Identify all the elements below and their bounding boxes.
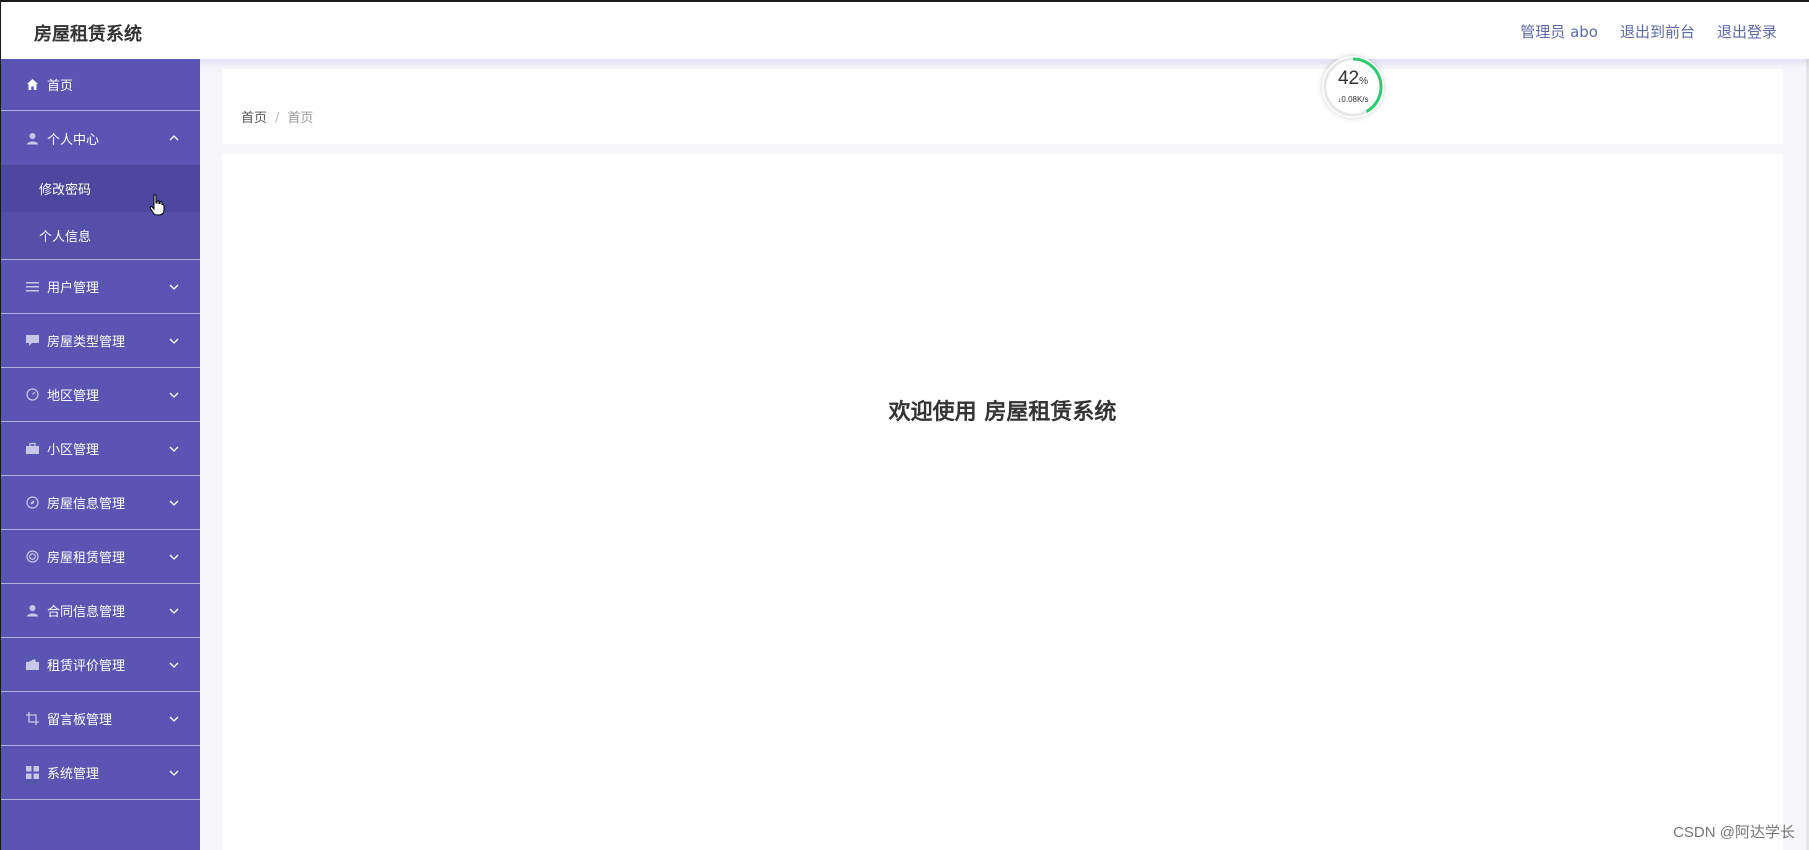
wallet-icon [25, 657, 40, 672]
sidebar-subitem-personal-info[interactable]: 个人信息 [1, 212, 200, 259]
admin-label[interactable]: 管理员 abo [1520, 21, 1598, 42]
network-speed: ↓0.08K/s [1337, 95, 1369, 104]
hand-cursor-icon [149, 194, 165, 216]
breadcrumb: 首页 / 首页 [241, 107, 313, 126]
sidebar-item-label: 用户管理 [47, 281, 100, 296]
chevron-down-icon [169, 662, 179, 668]
compass-icon [25, 495, 40, 510]
sidebar-item-message-board-management[interactable]: 留言板管理 [1, 692, 200, 746]
chevron-down-icon [169, 284, 179, 290]
sidebar-item-home[interactable]: 首页 [1, 59, 200, 111]
chevron-down-icon [169, 770, 179, 776]
chevron-down-icon [169, 608, 179, 614]
network-percent: 42% [1337, 68, 1369, 89]
personal-center-submenu: 修改密码 个人信息 [1, 165, 200, 260]
sidebar-item-system-management[interactable]: 系统管理 [1, 746, 200, 800]
sidebar-item-label: 租赁评价管理 [47, 659, 126, 674]
grid-icon [25, 765, 40, 780]
sidebar-item-house-type-management[interactable]: 房屋类型管理 [1, 314, 200, 368]
sidebar-item-label: 房屋信息管理 [47, 497, 126, 512]
sidebar-item-rental-review-management[interactable]: 租赁评价管理 [1, 638, 200, 692]
network-speed-widget[interactable]: 42% ↓0.08K/s [1322, 56, 1384, 118]
sidebar-item-label: 小区管理 [47, 443, 100, 458]
home-icon [25, 77, 40, 92]
breadcrumb-separator: / [275, 111, 280, 126]
sidebar-subitem-label: 个人信息 [39, 230, 92, 245]
top-bar: 房屋租赁系统 管理员 abo 退出到前台 退出登录 [0, 0, 1809, 59]
sidebar-item-community-management[interactable]: 小区管理 [1, 422, 200, 476]
gauge-icon [25, 387, 40, 402]
sidebar-subitem-label: 修改密码 [39, 183, 92, 198]
sidebar-item-house-info-management[interactable]: 房屋信息管理 [1, 476, 200, 530]
sidebar-item-house-rental-management[interactable]: 房屋租赁管理 [1, 530, 200, 584]
sidebar: 首页 个人中心 修改密码 个人信息 用户管理 房屋类型管理 地区管理 小区管理 … [0, 59, 200, 850]
briefcase-icon [25, 441, 40, 456]
chevron-down-icon [169, 446, 179, 452]
logout-link[interactable]: 退出登录 [1717, 21, 1777, 42]
sidebar-item-label: 房屋类型管理 [47, 335, 126, 350]
breadcrumb-root[interactable]: 首页 [241, 111, 267, 126]
chevron-down-icon [169, 716, 179, 722]
chevron-down-icon [169, 500, 179, 506]
sidebar-item-label: 地区管理 [47, 389, 100, 404]
breadcrumb-bar: 首页 / 首页 [222, 69, 1783, 144]
sidebar-item-label: 系统管理 [47, 767, 100, 782]
breadcrumb-current: 首页 [287, 111, 314, 126]
sidebar-item-label: 留言板管理 [47, 713, 113, 728]
watermark: CSDN @阿达学长 [1673, 824, 1795, 841]
list-icon [25, 279, 40, 294]
sidebar-item-region-management[interactable]: 地区管理 [1, 368, 200, 422]
main-panel: 欢迎使用 房屋租赁系统 [222, 154, 1783, 850]
sidebar-item-contract-management[interactable]: 合同信息管理 [1, 584, 200, 638]
sidebar-item-label: 个人中心 [47, 132, 100, 148]
user-icon [25, 131, 40, 146]
sidebar-item-label: 合同信息管理 [47, 605, 126, 620]
chevron-down-icon [169, 338, 179, 344]
chevron-up-icon [169, 135, 179, 141]
app-title: 房屋租赁系统 [34, 24, 142, 45]
exit-to-frontend-link[interactable]: 退出到前台 [1620, 21, 1695, 42]
sidebar-subitem-change-password[interactable]: 修改密码 [1, 165, 200, 212]
target-icon [25, 549, 40, 564]
content-area: 首页 / 首页 欢迎使用 房屋租赁系统 [200, 59, 1809, 850]
top-right-links: 管理员 abo 退出到前台 退出登录 [1520, 21, 1777, 42]
sidebar-item-personal-center[interactable]: 个人中心 [1, 111, 200, 165]
chevron-down-icon [169, 392, 179, 398]
chevron-down-icon [169, 554, 179, 560]
user-icon [25, 603, 40, 618]
chat-icon [25, 333, 40, 348]
sidebar-item-label: 首页 [47, 79, 74, 94]
welcome-message: 欢迎使用 房屋租赁系统 [888, 400, 1117, 425]
sidebar-item-label: 房屋租赁管理 [47, 551, 126, 566]
sidebar-item-user-management[interactable]: 用户管理 [1, 260, 200, 314]
crop-icon [25, 711, 40, 726]
